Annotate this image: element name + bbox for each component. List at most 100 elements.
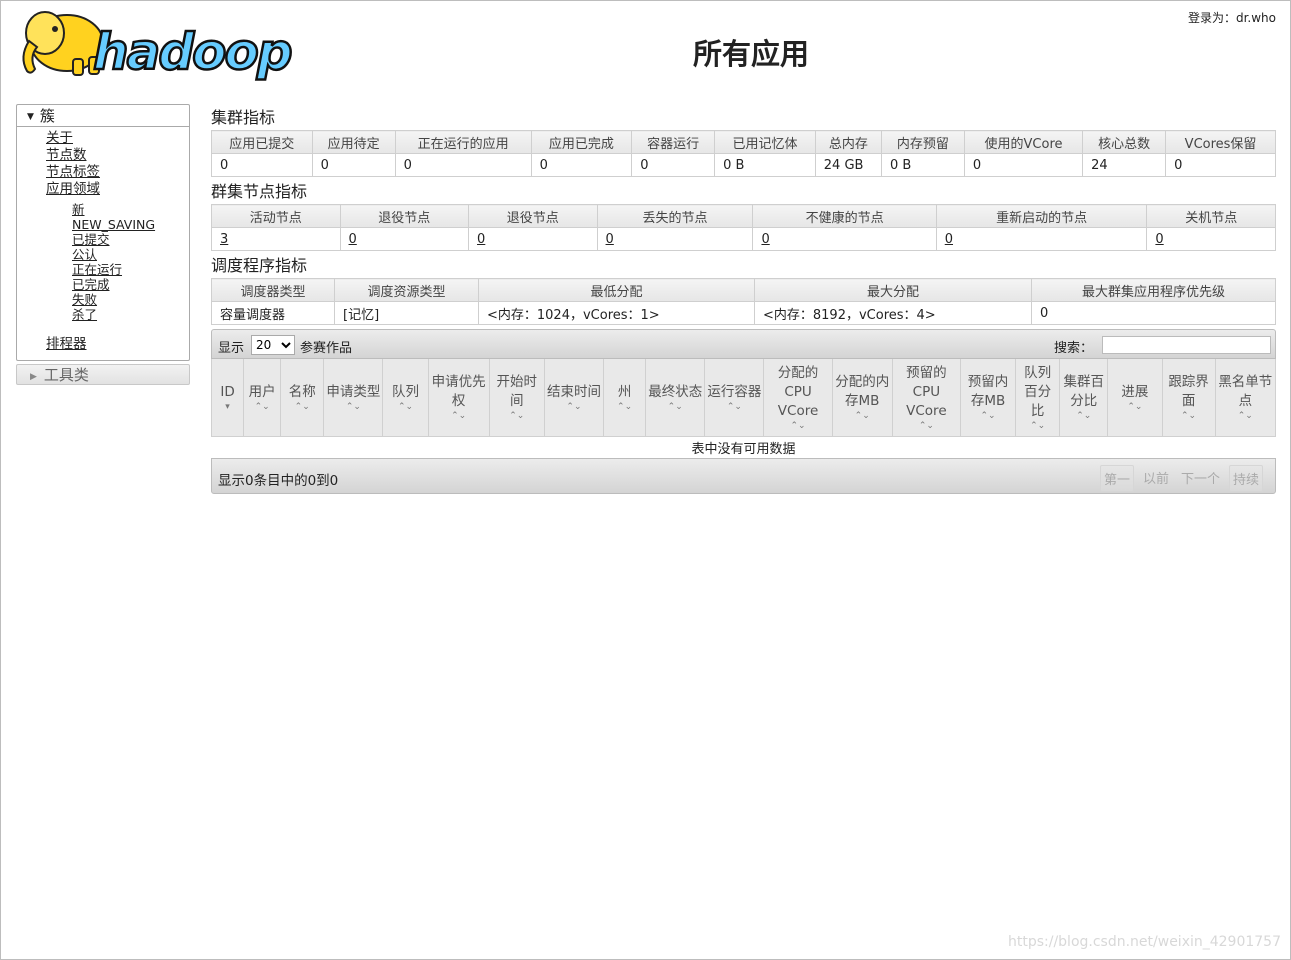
search-input[interactable] [1102, 336, 1271, 354]
nav-link-running[interactable]: 正在运行 [72, 262, 122, 277]
sort-icon: ⌃⌄ [397, 401, 414, 412]
nav-link-about[interactable]: 关于 [46, 130, 73, 146]
column-header-label: 申请优先权 [431, 374, 486, 410]
column-header: 最大群集应用程序优先级 [1031, 278, 1276, 302]
cluster-metrics-title: 集群指标 [211, 108, 276, 127]
column-header-label: 预留的CPU VCore [906, 364, 947, 419]
rebooted-nodes-link[interactable]: 0 [945, 232, 953, 247]
page-size-select[interactable]: 20 [251, 335, 295, 355]
column-header-priority[interactable]: 申请优先权 ⌃⌄ [427, 359, 490, 437]
table-row: 3 0 0 0 0 0 0 [211, 227, 1276, 251]
nav-link-nodes[interactable]: 节点数 [46, 147, 87, 163]
column-header: 已用记忆体 [714, 130, 816, 154]
column-header-id[interactable]: ID ▾ [210, 359, 245, 437]
column-header-label: 分配的CPU VCore [777, 364, 819, 419]
column-header-cluster-percent[interactable]: 集群百分比 ⌃⌄ [1059, 359, 1109, 437]
active-nodes-link[interactable]: 3 [220, 232, 228, 247]
nav-link-submitted[interactable]: 已提交 [72, 232, 110, 247]
table-cell: 24 [1082, 153, 1167, 177]
shutdown-nodes-link[interactable]: 0 [1155, 232, 1163, 247]
decommissioning-nodes-link[interactable]: 0 [349, 232, 357, 247]
column-header: 关机节点 [1146, 204, 1276, 228]
table-cell: 0 [468, 227, 598, 251]
nav-tools-label: 工具类 [43, 366, 89, 384]
nav-cluster-header[interactable]: ▼ 簇 [17, 105, 189, 127]
column-header: 应用已完成 [530, 130, 633, 154]
column-header-blacklisted-nodes[interactable]: 黑名单节点 ⌃⌄ [1214, 359, 1277, 437]
sort-icon: ⌃⌄ [1030, 420, 1046, 431]
column-header: 最大分配 [754, 278, 1032, 302]
nav-app-states: 新 NEW_SAVING 已提交 公认 正在运行 已完成 失败 杀了 [46, 202, 189, 322]
column-header-name[interactable]: 名称 ⌃⌄ [280, 359, 325, 437]
table-cell: 24 GB [815, 153, 882, 177]
column-header-label: 最终状态 [648, 383, 703, 400]
table-cell: 0 [312, 153, 396, 177]
nav-link-new[interactable]: 新 [72, 202, 85, 217]
column-header-queue-percent[interactable]: 队列百分比 ⌃⌄ [1015, 359, 1061, 437]
table-cell: 0 [1165, 153, 1276, 177]
column-header-state[interactable]: 州 ⌃⌄ [603, 359, 647, 437]
table-cell: <内存：8192，vCores：4> [754, 301, 1032, 325]
sidebar: ▼ 簇 关于 节点数 节点标签 应用领域 新 NEW_SAVING 已提交 公认 … [16, 104, 190, 385]
nav-tools-header[interactable]: ▶ 工具类 [16, 364, 190, 385]
watermark: https://blog.csdn.net/weixin_42901757 [1007, 934, 1281, 950]
search-label: 搜索： [1054, 341, 1094, 356]
nav-link-applications[interactable]: 应用领域 [46, 181, 100, 197]
nav-link-finished[interactable]: 已完成 [72, 277, 110, 292]
decommissioned-nodes-link[interactable]: 0 [477, 232, 485, 247]
entries-label: 参赛作品 [300, 341, 353, 356]
sort-desc-icon: ▾ [225, 401, 230, 412]
table-cell: 3 [211, 227, 341, 251]
nav-link-accepted[interactable]: 公认 [72, 247, 97, 262]
table-cell: 0 [395, 153, 532, 177]
column-header: 重新启动的节点 [935, 204, 1148, 228]
sort-icon: ⌃⌄ [1181, 411, 1197, 422]
column-header: 核心总数 [1082, 130, 1167, 154]
column-header-allocated-vcores[interactable]: 分配的CPU VCore ⌃⌄ [763, 359, 833, 437]
column-header: 应用待定 [311, 130, 396, 154]
column-header-finish-time[interactable]: 结束时间 ⌃⌄ [543, 359, 605, 437]
column-header-reserved-vcores[interactable]: 预留的CPU VCore ⌃⌄ [891, 359, 961, 437]
column-header-running-containers[interactable]: 运行容器 ⌃⌄ [704, 359, 765, 437]
unhealthy-nodes-link[interactable]: 0 [761, 232, 769, 247]
next-page-button[interactable]: 下一个 [1178, 465, 1223, 492]
nav-link-node-labels[interactable]: 节点标签 [46, 164, 100, 180]
column-header-reserved-memory[interactable]: 预留内存MB ⌃⌄ [959, 359, 1017, 437]
column-header-final-status[interactable]: 最终状态 ⌃⌄ [645, 359, 706, 437]
table-cell: 0 [597, 227, 754, 251]
sort-icon: ⌃⌄ [918, 420, 934, 431]
table-cell: 0 [531, 153, 633, 177]
nav-link-killed[interactable]: 杀了 [72, 307, 97, 322]
triangle-right-icon: ▶ [30, 372, 37, 382]
column-header-label: 跟踪界面 [1168, 374, 1209, 410]
sort-icon: ⌃⌄ [790, 420, 806, 431]
lost-nodes-link[interactable]: 0 [606, 232, 614, 247]
table-cell: 0 [1146, 227, 1276, 251]
page-title: 所有应用 [692, 37, 809, 71]
nav-link-new-saving[interactable]: NEW_SAVING [72, 217, 155, 232]
applications-panel: 显示 20 参赛作品 搜索： ID ▾ 用户 ⌃⌄ 名称 ⌃⌄ 申请类型 ⌃⌄ 队列 ⌃⌄… [210, 329, 1277, 494]
sort-icon: ⌃⌄ [509, 411, 525, 422]
table-row: 容量调度器 [记忆] <内存：1024，vCores：1> <内存：8192，v… [211, 301, 1276, 325]
first-page-button[interactable]: 第一 [1099, 465, 1134, 492]
sort-icon: ⌃⌄ [254, 401, 270, 412]
table-cell: 0 [1031, 301, 1276, 325]
column-header-start-time[interactable]: 开始时间 ⌃⌄ [488, 359, 545, 437]
column-header-tracking-ui[interactable]: 跟踪界面 ⌃⌄ [1161, 359, 1216, 437]
column-header: 退役节点 [468, 204, 598, 228]
column-header-allocated-memory[interactable]: 分配的内存MB ⌃⌄ [831, 359, 893, 437]
table-cell: 0 [936, 227, 1148, 251]
table-header-row: ID ▾ 用户 ⌃⌄ 名称 ⌃⌄ 申请类型 ⌃⌄ 队列 ⌃⌄ 申请优先权 ⌃⌄ 开始时间 ⌃⌄… [210, 359, 1277, 437]
nav-link-failed[interactable]: 失败 [72, 292, 97, 307]
column-header-user[interactable]: 用户 ⌃⌄ [243, 359, 282, 437]
column-header-application-type[interactable]: 申请类型 ⌃⌄ [323, 359, 384, 437]
previous-page-button[interactable]: 以前 [1140, 465, 1172, 492]
column-header-queue[interactable]: 队列 ⌃⌄ [382, 359, 429, 437]
column-header: 正在运行的应用 [394, 130, 532, 154]
last-page-button[interactable]: 持续 [1228, 465, 1263, 492]
column-header: 不健康的节点 [752, 204, 937, 228]
nav-link-scheduler[interactable]: 排程器 [46, 332, 87, 352]
table-header-row: 调度器类型 调度资源类型 最低分配 最大分配 最大群集应用程序优先级 [211, 278, 1276, 302]
column-header-progress[interactable]: 进展 ⌃⌄ [1107, 359, 1163, 437]
column-header-label: 队列 [392, 383, 419, 400]
